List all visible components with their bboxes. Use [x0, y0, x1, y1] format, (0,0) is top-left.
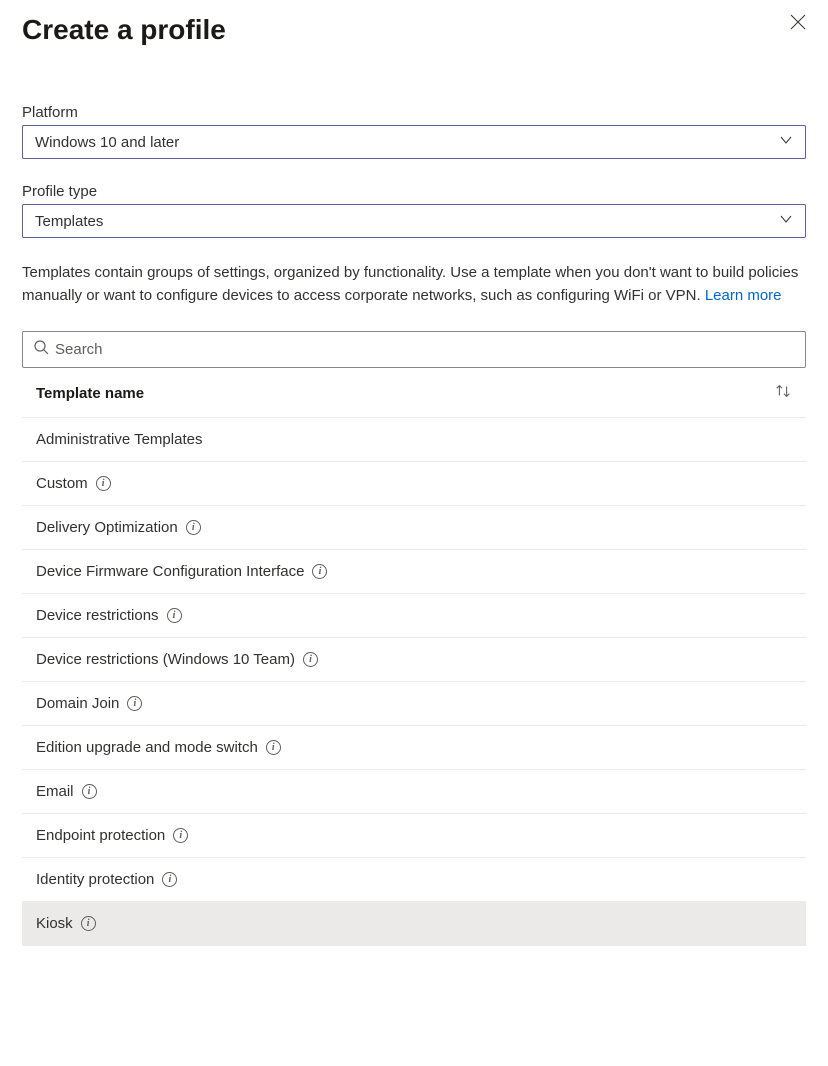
- template-label: Administrative Templates: [36, 431, 202, 448]
- template-row[interactable]: Edition upgrade and mode switch i: [22, 726, 806, 770]
- template-row[interactable]: Customi: [22, 462, 806, 506]
- template-row[interactable]: Kioski: [22, 902, 806, 946]
- profile-type-label: Profile type: [22, 183, 806, 200]
- profile-type-dropdown[interactable]: Templates: [22, 204, 806, 238]
- template-row[interactable]: Device restrictions i: [22, 594, 806, 638]
- template-label: Edition upgrade and mode switch: [36, 739, 258, 756]
- info-icon[interactable]: i: [186, 520, 201, 535]
- template-row[interactable]: Domain Join i: [22, 682, 806, 726]
- info-icon[interactable]: i: [96, 476, 111, 491]
- template-label: Kiosk: [36, 915, 73, 932]
- platform-value: Windows 10 and later: [35, 134, 179, 151]
- template-list: Administrative TemplatesCustomiDelivery …: [22, 418, 806, 946]
- search-icon: [33, 339, 49, 360]
- template-row[interactable]: Emaili: [22, 770, 806, 814]
- search-input[interactable]: [55, 341, 795, 358]
- info-icon[interactable]: i: [82, 784, 97, 799]
- info-icon[interactable]: i: [266, 740, 281, 755]
- sort-icon[interactable]: [774, 382, 792, 405]
- search-box[interactable]: [22, 331, 806, 368]
- column-header-template-name[interactable]: Template name: [36, 385, 144, 402]
- template-label: Device restrictions (Windows 10 Team): [36, 651, 295, 668]
- info-icon[interactable]: i: [167, 608, 182, 623]
- template-label: Device Firmware Configuration Interface: [36, 563, 304, 580]
- template-row[interactable]: Delivery Optimization i: [22, 506, 806, 550]
- learn-more-link[interactable]: Learn more: [705, 287, 782, 304]
- template-row[interactable]: Identity protection i: [22, 858, 806, 902]
- info-icon[interactable]: i: [312, 564, 327, 579]
- info-icon[interactable]: i: [162, 872, 177, 887]
- page-title: Create a profile: [22, 14, 226, 46]
- template-row[interactable]: Device Firmware Configuration Interface i: [22, 550, 806, 594]
- template-label: Device restrictions: [36, 607, 159, 624]
- info-icon[interactable]: i: [127, 696, 142, 711]
- platform-label: Platform: [22, 104, 806, 121]
- template-row[interactable]: Endpoint protection i: [22, 814, 806, 858]
- chevron-down-icon: [779, 133, 793, 151]
- table-header: Template name: [22, 368, 806, 418]
- template-row[interactable]: Device restrictions (Windows 10 Team) i: [22, 638, 806, 682]
- template-label: Custom: [36, 475, 88, 492]
- close-icon[interactable]: [790, 14, 806, 35]
- template-label: Delivery Optimization: [36, 519, 178, 536]
- template-label: Identity protection: [36, 871, 154, 888]
- description-text: Templates contain groups of settings, or…: [22, 264, 798, 304]
- template-label: Endpoint protection: [36, 827, 165, 844]
- template-label: Domain Join: [36, 695, 119, 712]
- profile-type-value: Templates: [35, 213, 103, 230]
- chevron-down-icon: [779, 212, 793, 230]
- profile-type-description: Templates contain groups of settings, or…: [22, 262, 806, 307]
- info-icon[interactable]: i: [81, 916, 96, 931]
- template-row[interactable]: Administrative Templates: [22, 418, 806, 462]
- template-label: Email: [36, 783, 74, 800]
- info-icon[interactable]: i: [173, 828, 188, 843]
- platform-dropdown[interactable]: Windows 10 and later: [22, 125, 806, 159]
- info-icon[interactable]: i: [303, 652, 318, 667]
